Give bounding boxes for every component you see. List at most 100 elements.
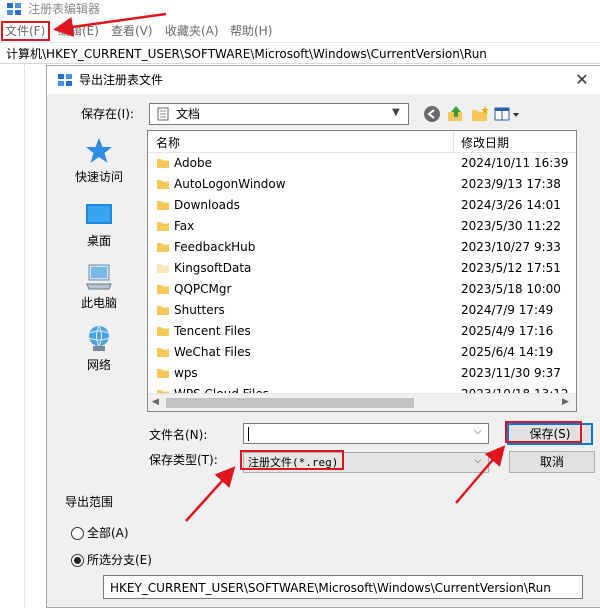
- scroll-right-icon[interactable]: ▶: [562, 397, 569, 407]
- dialog-title: 导出注册表文件: [79, 73, 164, 87]
- file-list[interactable]: ˄ 名称 修改日期 Adobe 2024/10/11 16:39 AutoLogon…: [147, 130, 577, 412]
- menu-help[interactable]: 帮助(H): [230, 23, 272, 39]
- place-label: 此电脑: [80, 296, 117, 310]
- file-date: 2023/5/18 10:00: [461, 282, 561, 296]
- place-label: 快速访问: [74, 170, 123, 184]
- highlight-save-button: [505, 421, 582, 443]
- chevron-down-icon: ▼: [392, 107, 400, 118]
- column-separator[interactable]: [453, 131, 454, 153]
- address-path: 计算机\HKEY_CURRENT_USER\SOFTWARE\Microsoft…: [6, 47, 487, 61]
- save-in-value: 文档: [176, 107, 201, 121]
- file-date: 2024/3/26 14:01: [461, 198, 561, 212]
- close-icon[interactable]: ✕: [567, 68, 597, 92]
- vertical-scrollbar[interactable]: ▲ ▼: [576, 131, 577, 393]
- file-row[interactable]: Fax 2023/5/30 11:22: [148, 216, 576, 237]
- file-name: Tencent Files: [174, 324, 251, 338]
- file-date: 2024/7/9 17:49: [461, 303, 554, 317]
- radio-selected-branch-label[interactable]: 所选分支(E): [87, 552, 152, 568]
- filename-label: 文件名(N):: [149, 428, 208, 442]
- file-date: 2023/5/30 11:22: [461, 219, 561, 233]
- folder-icon: [157, 180, 169, 189]
- file-name: FeedbackHub: [174, 240, 256, 254]
- folder-icon: [157, 264, 169, 273]
- file-row[interactable]: FeedbackHub 2023/10/27 9:33: [148, 237, 576, 258]
- export-range-title: 导出范围: [65, 495, 114, 509]
- radio-all-label[interactable]: 全部(A): [87, 525, 129, 541]
- folder-icon: [157, 201, 169, 210]
- file-name: wps: [174, 366, 198, 380]
- view-menu-icon[interactable]: [493, 104, 521, 124]
- file-date: 2023/5/12 17:51: [461, 261, 561, 275]
- file-date: 2025/6/4 14:19: [461, 345, 554, 359]
- sort-ascending-icon: ˄: [296, 130, 301, 139]
- file-row[interactable]: QQPCMgr 2023/5/18 10:00: [148, 279, 576, 300]
- file-name: KingsoftData: [174, 261, 252, 275]
- column-header-date[interactable]: 修改日期: [461, 135, 509, 151]
- new-folder-icon[interactable]: [469, 104, 491, 124]
- file-row[interactable]: Shutters 2024/7/9 17:49: [148, 300, 576, 321]
- radio-selected-branch[interactable]: [71, 554, 84, 567]
- title-bar: 注册表编辑器: [0, 0, 600, 20]
- desktop-icon: [86, 204, 112, 224]
- file-row[interactable]: KingsoftData 2023/5/12 17:51: [148, 258, 576, 279]
- file-row[interactable]: Adobe 2024/10/11 16:39: [148, 153, 576, 174]
- filetype-label: 保存类型(T):: [149, 453, 218, 467]
- file-name: Fax: [174, 219, 195, 233]
- save-in-label: 保存在(I):: [81, 107, 134, 121]
- network-globe-icon: [88, 325, 110, 351]
- filename-input[interactable]: ⌵: [243, 423, 489, 444]
- folder-icon: [157, 285, 169, 294]
- folder-icon: [157, 159, 169, 168]
- folder-icon: [157, 348, 169, 357]
- place-desktop[interactable]: 桌面: [59, 200, 139, 248]
- file-name: AutoLogonWindow: [174, 177, 286, 191]
- menu-favorites[interactable]: 收藏夹(A): [165, 23, 219, 39]
- up-folder-icon[interactable]: [445, 104, 467, 124]
- registry-editor-icon: [7, 3, 21, 15]
- text-cursor: [248, 427, 249, 441]
- chevron-down-icon[interactable]: ⌵: [474, 426, 482, 437]
- file-row[interactable]: wps 2023/11/30 9:37: [148, 363, 576, 384]
- menu-view[interactable]: 查看(V): [111, 23, 153, 39]
- back-icon[interactable]: [421, 104, 443, 124]
- horizontal-scroll-thumb[interactable]: [166, 398, 414, 408]
- column-header-name[interactable]: 名称: [156, 135, 180, 151]
- highlight-filetype: [240, 450, 344, 470]
- radio-all[interactable]: [71, 527, 84, 540]
- menu-edit[interactable]: 编辑(E): [58, 23, 99, 39]
- file-name: Adobe: [174, 156, 212, 170]
- file-date: 2024/10/11 16:39: [461, 156, 569, 170]
- export-registry-dialog: 导出注册表文件 ✕ 保存在(I): 文档 ▼ 快速访问 桌面 此电脑 网络 ˄ …: [46, 65, 600, 608]
- file-row[interactable]: AutoLogonWindow 2023/9/13 17:38: [148, 174, 576, 195]
- dialog-title-bar: 导出注册表文件 ✕: [47, 66, 600, 94]
- file-row[interactable]: Tencent Files 2025/4/9 17:16: [148, 321, 576, 342]
- horizontal-scrollbar[interactable]: ◀ ▶: [148, 393, 576, 411]
- file-row[interactable]: WeChat Files 2025/6/4 14:19: [148, 342, 576, 363]
- file-row[interactable]: Downloads 2024/3/26 14:01: [148, 195, 576, 216]
- place-network[interactable]: 网络: [59, 324, 139, 372]
- folder-icon: [157, 306, 169, 315]
- file-date: 2023/11/30 9:37: [461, 366, 561, 380]
- registry-editor-icon: [58, 74, 72, 86]
- address-bar[interactable]: 计算机\HKEY_CURRENT_USER\SOFTWARE\Microsoft…: [0, 42, 600, 64]
- folder-icon: [157, 327, 169, 336]
- cancel-button[interactable]: 取消: [509, 451, 595, 473]
- save-in-dropdown[interactable]: 文档 ▼: [149, 103, 409, 125]
- registry-tree-pane: [0, 64, 46, 608]
- menu-bar: 文件(F) 编辑(E) 查看(V) 收藏夹(A) 帮助(H): [0, 20, 600, 42]
- place-this-pc[interactable]: 此电脑: [59, 262, 139, 310]
- star-icon: [86, 138, 112, 163]
- documents-folder-icon: [157, 107, 169, 121]
- window-title: 注册表编辑器: [28, 2, 101, 16]
- selected-branch-field[interactable]: HKEY_CURRENT_USER\SOFTWARE\Microsoft\Win…: [103, 575, 583, 599]
- place-label: 桌面: [86, 234, 111, 248]
- file-name: WeChat Files: [174, 345, 251, 359]
- list-header: ˄ 名称 修改日期: [148, 131, 576, 153]
- file-date: 2023/9/13 17:38: [461, 177, 561, 191]
- place-quick-access[interactable]: 快速访问: [59, 136, 139, 184]
- folder-icon: [157, 222, 169, 231]
- place-label: 网络: [86, 358, 111, 372]
- selected-branch-value: HKEY_CURRENT_USER\SOFTWARE\Microsoft\Win…: [110, 581, 551, 595]
- folder-icon: [157, 369, 169, 378]
- scroll-left-icon[interactable]: ◀: [152, 397, 159, 407]
